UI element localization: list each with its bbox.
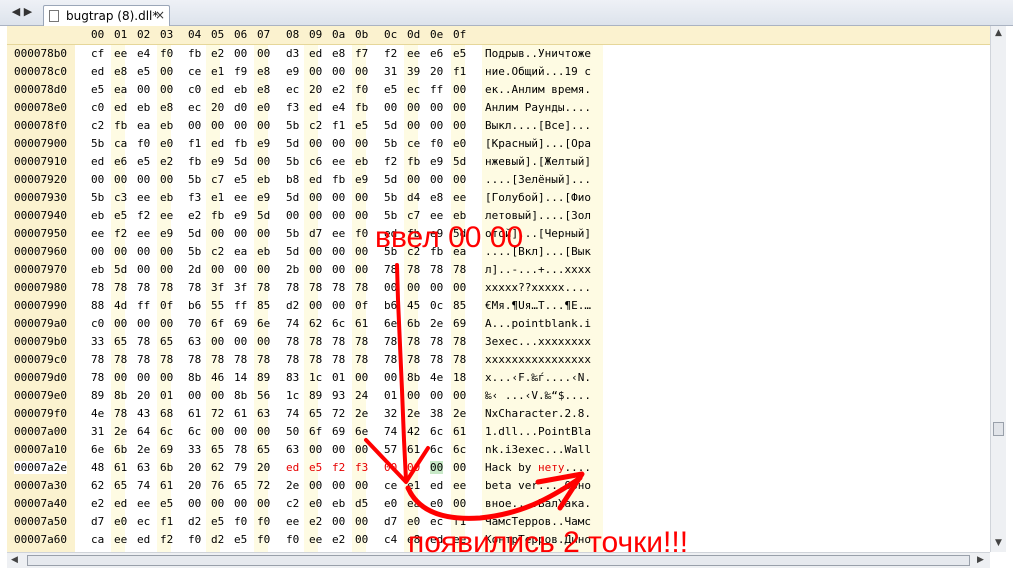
arrow-down-shaft <box>395 263 408 482</box>
annotation-dots: появились 2 точки!!! <box>408 526 689 559</box>
annotation-overlay <box>364 263 585 521</box>
arrow-curve <box>405 475 583 521</box>
annotation-entered: ввел 00 00 <box>375 221 524 254</box>
arrow-down-head <box>364 438 430 484</box>
